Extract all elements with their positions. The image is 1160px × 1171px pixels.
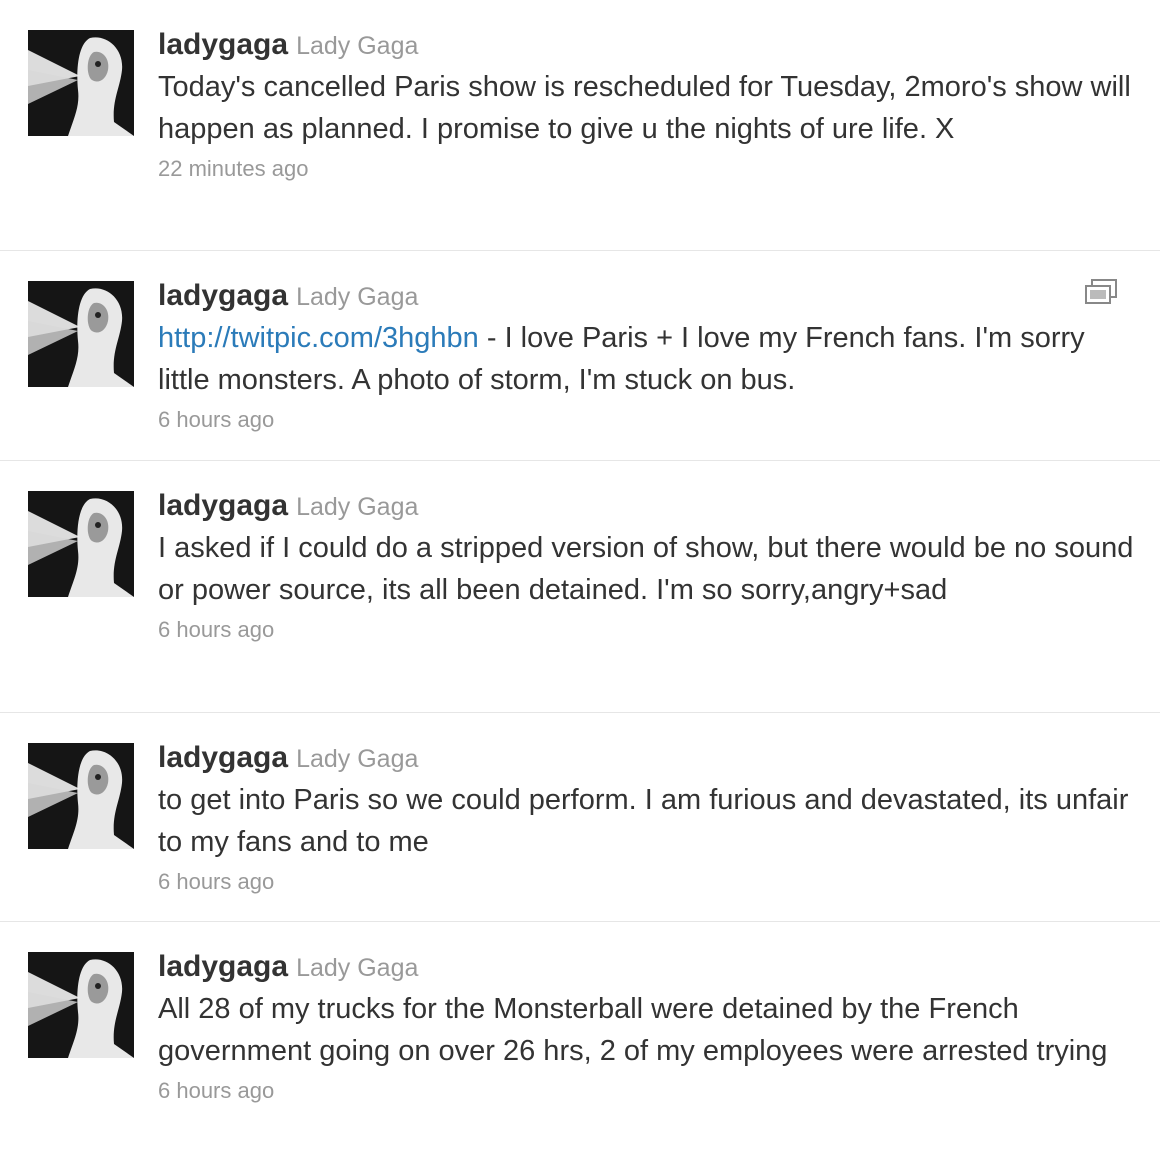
screen-name-link[interactable]: ladygaga bbox=[158, 741, 288, 774]
full-name: Lady Gaga bbox=[296, 493, 419, 521]
tweet-body: I asked if I could do a stripped version… bbox=[158, 532, 1134, 606]
avatar[interactable] bbox=[28, 952, 134, 1058]
tweet-content: ladygaga Lady Gaga to get into Paris so w… bbox=[158, 739, 1140, 897]
tweet: ladygaga Lady Gaga to get into Paris so w… bbox=[0, 713, 1160, 922]
avatar[interactable] bbox=[28, 491, 134, 597]
gallery-icon[interactable] bbox=[1084, 279, 1118, 305]
tweet: ladygaga Lady Gaga Today's cancelled Pari… bbox=[0, 0, 1160, 251]
tweet-timestamp[interactable]: 6 hours ago bbox=[158, 1076, 1140, 1106]
avatar[interactable] bbox=[28, 30, 134, 136]
tweet-header: ladygaga Lady Gaga bbox=[158, 277, 1140, 315]
full-name: Lady Gaga bbox=[296, 745, 419, 773]
tweet-body: to get into Paris so we could perform. I… bbox=[158, 784, 1129, 858]
tweet-text: http://twitpic.com/3hghbn - I love Paris… bbox=[158, 317, 1140, 401]
tweet-header: ladygaga Lady Gaga bbox=[158, 487, 1140, 525]
tweet-content: ladygaga Lady Gaga Today's cancelled Pari… bbox=[158, 26, 1140, 184]
tweet-body: Today's cancelled Paris show is reschedu… bbox=[158, 71, 1131, 145]
screen-name-link[interactable]: ladygaga bbox=[158, 28, 288, 61]
avatar-image bbox=[28, 491, 134, 597]
tweet-timestamp[interactable]: 6 hours ago bbox=[158, 405, 1140, 435]
tweet-header: ladygaga Lady Gaga bbox=[158, 26, 1140, 64]
avatar[interactable] bbox=[28, 743, 134, 849]
tweet: ladygaga Lady Gaga http://twitpic.com/3hg… bbox=[0, 251, 1160, 461]
tweet-timestamp[interactable]: 6 hours ago bbox=[158, 615, 1140, 645]
tweet-timestamp[interactable]: 6 hours ago bbox=[158, 867, 1140, 897]
tweet-content: ladygaga Lady Gaga http://twitpic.com/3hg… bbox=[158, 277, 1140, 435]
screen-name-link[interactable]: ladygaga bbox=[158, 950, 288, 983]
tweet-text: Today's cancelled Paris show is reschedu… bbox=[158, 66, 1140, 150]
full-name: Lady Gaga bbox=[296, 283, 419, 311]
avatar-image bbox=[28, 30, 134, 136]
screen-name-link[interactable]: ladygaga bbox=[158, 489, 288, 522]
tweet-content: ladygaga Lady Gaga I asked if I could do … bbox=[158, 487, 1140, 645]
tweet-text: to get into Paris so we could perform. I… bbox=[158, 779, 1140, 863]
tweet-header: ladygaga Lady Gaga bbox=[158, 948, 1140, 986]
tweet-text: All 28 of my trucks for the Monsterball … bbox=[158, 988, 1140, 1072]
tweet: ladygaga Lady Gaga I asked if I could do … bbox=[0, 461, 1160, 713]
tweet-body: All 28 of my trucks for the Monsterball … bbox=[158, 993, 1108, 1067]
full-name: Lady Gaga bbox=[296, 32, 419, 60]
avatar-image bbox=[28, 281, 134, 387]
avatar[interactable] bbox=[28, 281, 134, 387]
screen-name-link[interactable]: ladygaga bbox=[158, 279, 288, 312]
tweet-content: ladygaga Lady Gaga All 28 of my trucks fo… bbox=[158, 948, 1140, 1106]
tweet-link[interactable]: http://twitpic.com/3hghbn bbox=[158, 322, 479, 354]
tweet-header: ladygaga Lady Gaga bbox=[158, 739, 1140, 777]
tweet-timestamp[interactable]: 22 minutes ago bbox=[158, 154, 1140, 184]
avatar-image bbox=[28, 952, 134, 1058]
tweet: ladygaga Lady Gaga All 28 of my trucks fo… bbox=[0, 922, 1160, 1171]
avatar-image bbox=[28, 743, 134, 849]
full-name: Lady Gaga bbox=[296, 954, 419, 982]
tweet-text: I asked if I could do a stripped version… bbox=[158, 527, 1140, 611]
